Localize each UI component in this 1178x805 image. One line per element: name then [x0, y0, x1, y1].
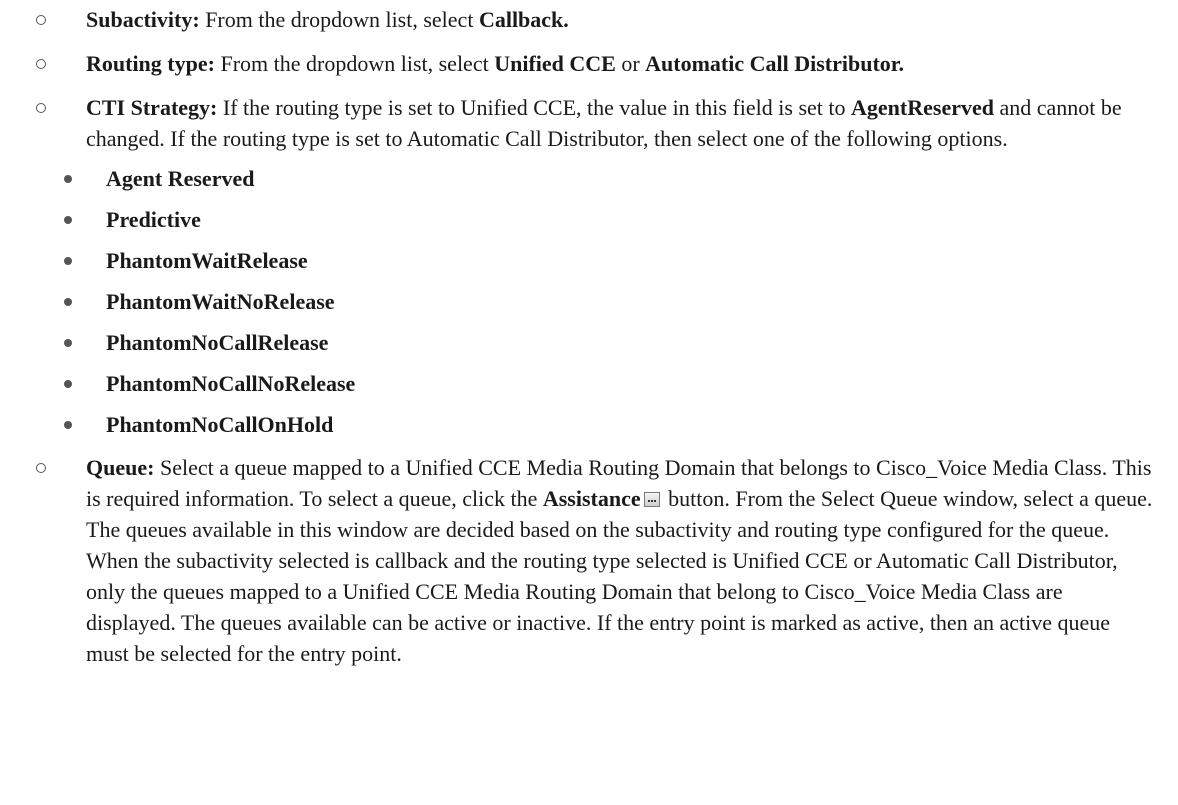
assistance-button-icon [643, 492, 660, 507]
open-circle-bullet-icon [36, 463, 46, 473]
filled-dot-bullet-icon [64, 175, 72, 183]
subactivity-value: Callback. [478, 7, 569, 32]
routing-type-or: or [615, 51, 646, 76]
cti-option: PhantomNoCallNoRelease [0, 368, 1168, 399]
cti-option: Predictive [0, 204, 1168, 235]
cti-option: PhantomWaitNoRelease [0, 286, 1168, 317]
filled-dot-bullet-icon [64, 421, 72, 429]
cti-option: Agent Reserved [0, 163, 1168, 194]
cti-strategy-value: AgentReserved [851, 95, 994, 120]
document-body: Subactivity: From the dropdown list, sel… [0, 4, 1178, 669]
open-circle-bullet-icon [36, 15, 46, 25]
cti-strategy-text: If the routing type is set to Unified CC… [217, 95, 852, 120]
queue-label: Queue: [86, 455, 155, 480]
assistance-label: Assistance [542, 486, 641, 511]
cti-option: PhantomWaitRelease [0, 245, 1168, 276]
cti-option: PhantomNoCallOnHold [0, 409, 1168, 440]
subactivity-text: From the dropdown list, select [199, 7, 479, 32]
list-item-routing-type: Routing type: From the dropdown list, se… [0, 48, 1168, 79]
filled-dot-bullet-icon [64, 257, 72, 265]
filled-dot-bullet-icon [64, 339, 72, 347]
list-item-subactivity: Subactivity: From the dropdown list, sel… [0, 4, 1168, 35]
cti-option: PhantomNoCallRelease [0, 327, 1168, 358]
open-circle-bullet-icon [36, 103, 46, 113]
open-circle-bullet-icon [36, 59, 46, 69]
routing-type-label: Routing type: [86, 51, 215, 76]
cti-strategy-label: CTI Strategy: [86, 95, 218, 120]
queue-text-2: button. From the Select Queue window, se… [86, 486, 1153, 666]
routing-type-option-2: Automatic Call Distributor. [645, 51, 905, 76]
cti-options-list: Agent Reserved Predictive PhantomWaitRel… [0, 163, 1168, 440]
filled-dot-bullet-icon [64, 380, 72, 388]
subactivity-label: Subactivity: [86, 7, 200, 32]
list-item-cti-strategy: CTI Strategy: If the routing type is set… [0, 92, 1168, 154]
list-item-queue: Queue: Select a queue mapped to a Unifie… [0, 452, 1168, 669]
filled-dot-bullet-icon [64, 216, 72, 224]
routing-type-option-1: Unified CCE [494, 51, 616, 76]
routing-type-text: From the dropdown list, select [214, 51, 495, 76]
filled-dot-bullet-icon [64, 298, 72, 306]
